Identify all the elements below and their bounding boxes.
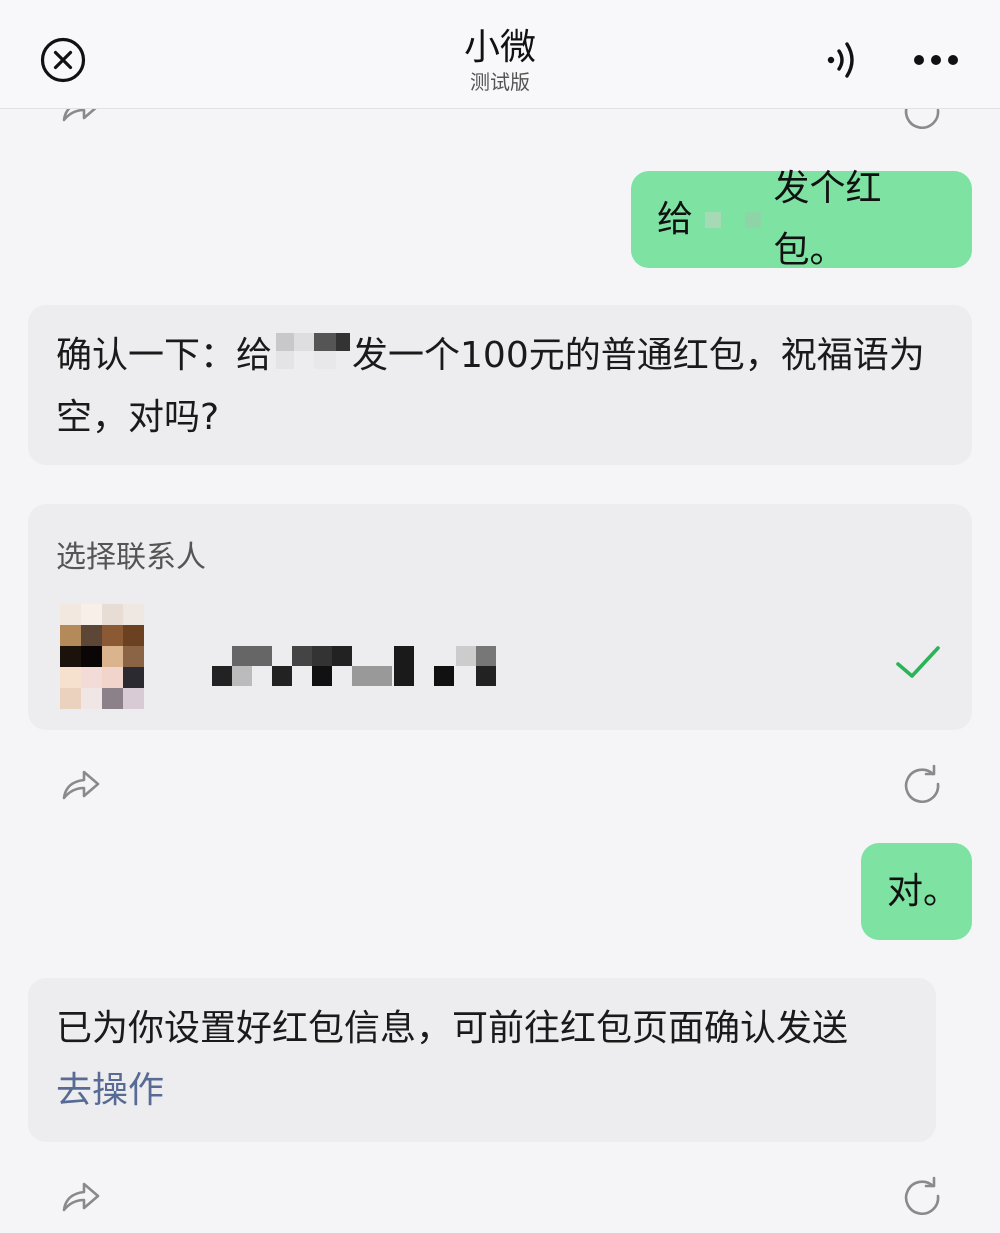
user-message-bubble: 对。 bbox=[861, 843, 972, 940]
message-text: 已为你设置好红包信息，可前往红包页面确认发送 bbox=[56, 1008, 849, 1049]
redacted-contact-name[interactable] bbox=[184, 644, 496, 686]
share-icon[interactable] bbox=[58, 762, 102, 806]
speaker-volume-icon[interactable] bbox=[822, 38, 866, 82]
top-bar: 小微 测试版 bbox=[0, 0, 1000, 109]
redacted-name bbox=[693, 200, 773, 240]
redacted-name bbox=[272, 331, 352, 373]
share-icon[interactable] bbox=[58, 1174, 102, 1218]
check-icon[interactable] bbox=[894, 638, 942, 686]
assistant-message-bubble: 已为你设置好红包信息，可前往红包页面确认发送 去操作 bbox=[28, 978, 936, 1142]
refresh-icon[interactable] bbox=[900, 762, 944, 806]
user-message-bubble: 给 发个红包。 bbox=[631, 168, 972, 271]
contact-card-title: 选择联系人 bbox=[56, 540, 206, 575]
contact-select-card: 选择联系人 bbox=[28, 504, 972, 730]
avatar[interactable] bbox=[60, 604, 144, 712]
message-text-prefix: 确认一下：给 bbox=[56, 335, 273, 376]
message-text-suffix: 发个红包。 bbox=[773, 167, 882, 271]
message-text-prefix: 给 bbox=[657, 198, 694, 240]
more-dots-icon[interactable] bbox=[912, 50, 960, 70]
go-operate-link[interactable]: 去操作 bbox=[56, 1060, 908, 1122]
refresh-icon[interactable] bbox=[900, 1174, 944, 1218]
assistant-message-bubble: 确认一下：给 发一个100元的普通红包，祝福语为空，对吗? bbox=[28, 305, 972, 465]
message-text: 对。 bbox=[887, 870, 960, 912]
